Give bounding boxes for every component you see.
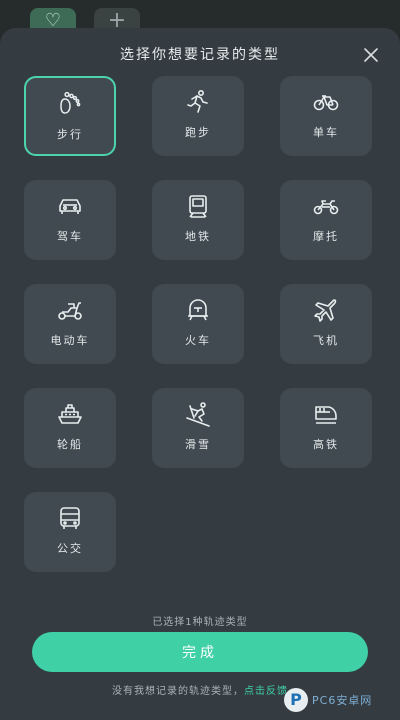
feedback-link[interactable]: 点击反馈 [244, 686, 288, 697]
type-label: 单车 [313, 126, 339, 139]
type-label: 驾车 [57, 230, 83, 243]
bicycle-icon [280, 88, 372, 116]
type-label: 轮船 [57, 438, 83, 451]
type-label: 高铁 [313, 438, 339, 451]
sheet-title: 选择你想要记录的类型 [120, 47, 280, 63]
type-tile[interactable]: 步行 [24, 76, 116, 156]
car-icon [24, 192, 116, 220]
type-tile[interactable]: 摩托 [280, 180, 372, 260]
type-label: 公交 [57, 542, 83, 555]
type-tile[interactable]: 地铁 [152, 180, 244, 260]
train-icon [152, 296, 244, 324]
subway-icon [152, 192, 244, 220]
type-label: 步行 [57, 128, 83, 141]
highspeed-rail-icon [280, 400, 372, 428]
close-button[interactable] [360, 44, 382, 66]
scooter-icon [24, 296, 116, 324]
runner-icon [152, 88, 244, 116]
type-label: 地铁 [185, 230, 211, 243]
type-picker-sheet: 选择你想要记录的类型 步行 跑步 单车 驾车 地铁 摩托 电动车 火车 飞机 轮… [0, 28, 400, 720]
type-tile[interactable]: 高铁 [280, 388, 372, 468]
motorcycle-icon [280, 192, 372, 220]
watermark: P PC6安卓网 [284, 686, 394, 716]
ship-icon [24, 400, 116, 428]
selection-count-text: 已选择1种轨迹类型 [152, 617, 248, 628]
type-tile[interactable]: 单车 [280, 76, 372, 156]
footprint-icon [26, 90, 114, 118]
watermark-text: PC6安卓网 [312, 694, 373, 707]
close-icon [364, 48, 378, 62]
watermark-logo-icon: P [284, 688, 308, 712]
type-tile[interactable]: 电动车 [24, 284, 116, 364]
type-label: 滑雪 [185, 438, 211, 451]
type-label: 电动车 [50, 334, 90, 347]
type-label: 火车 [185, 334, 211, 347]
type-tile[interactable]: 火车 [152, 284, 244, 364]
type-tile[interactable]: 跑步 [152, 76, 244, 156]
type-tile[interactable]: 轮船 [24, 388, 116, 468]
type-label: 飞机 [313, 334, 339, 347]
skiing-icon [152, 400, 244, 428]
type-label: 摩托 [313, 230, 339, 243]
type-tile[interactable]: 滑雪 [152, 388, 244, 468]
footer-text: 没有我想记录的轨迹类型， [112, 686, 244, 697]
type-tile[interactable]: 驾车 [24, 180, 116, 260]
airplane-icon [280, 296, 372, 324]
done-button[interactable]: 完成 [32, 632, 368, 672]
type-label: 跑步 [185, 126, 211, 139]
type-tile[interactable]: 飞机 [280, 284, 372, 364]
type-tile[interactable]: 公交 [24, 492, 116, 572]
bus-icon [24, 504, 116, 532]
